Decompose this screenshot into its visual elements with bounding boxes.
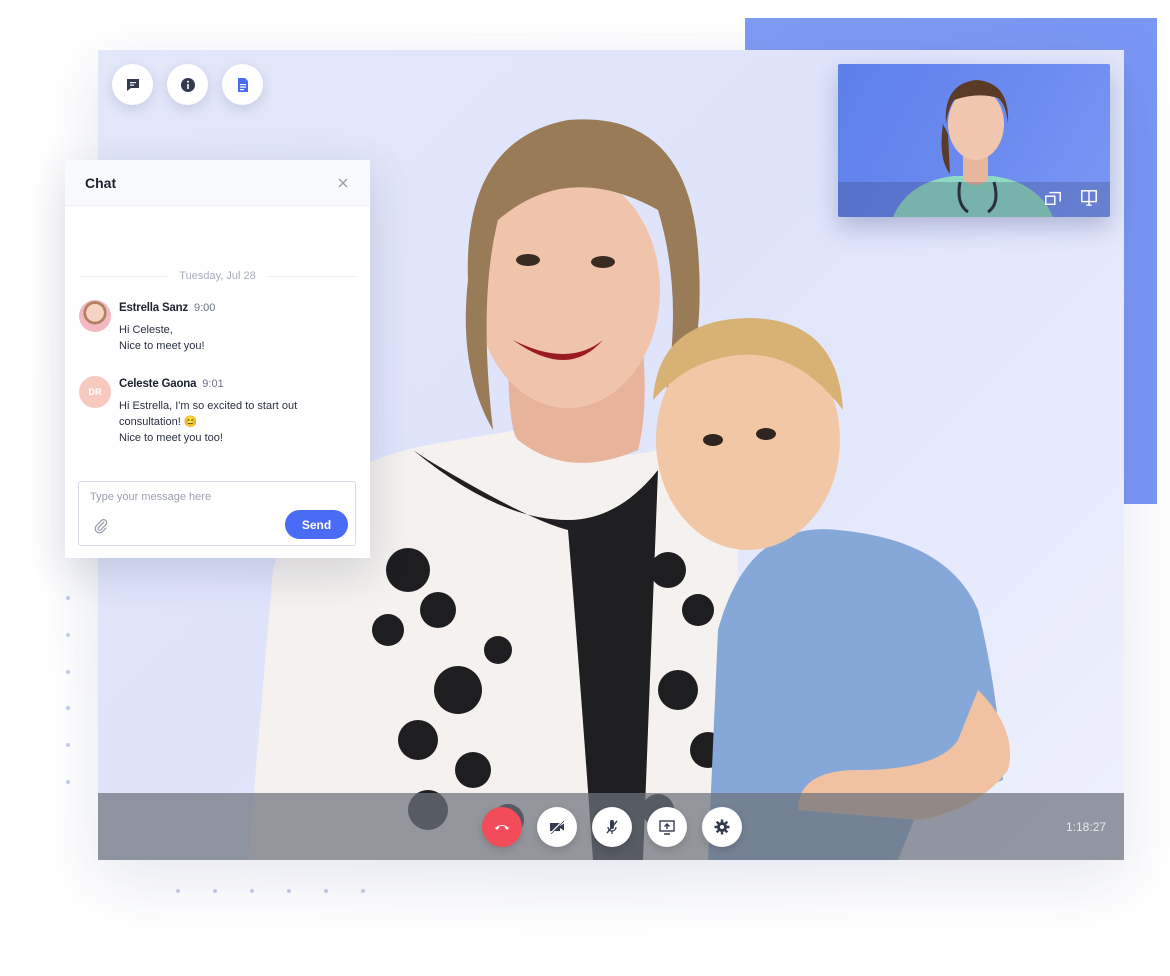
avatar: DR (79, 376, 111, 408)
mic-off-icon (606, 820, 618, 834)
date-label: Tuesday, Jul 28 (179, 270, 256, 282)
attachment-icon[interactable] (93, 518, 109, 534)
chat-title: Chat (85, 174, 117, 191)
chat-panel: Chat Tuesday, Jul 28 Estrella Sanz 9:00 … (65, 160, 370, 558)
share-screen-button[interactable] (647, 807, 687, 847)
message-composer: Send (78, 481, 356, 546)
chat-icon (126, 78, 139, 91)
expand-video-button[interactable] (1078, 187, 1100, 209)
mic-toggle-button[interactable] (592, 807, 632, 847)
call-timer: 1:18:27 (1066, 820, 1107, 834)
message-text: Hi Estrella, I'm so excited to start out… (119, 398, 297, 446)
document-icon (237, 77, 248, 92)
swap-video-button[interactable] (1042, 187, 1064, 209)
message-line: consultation! 😊 (119, 416, 198, 428)
pip-controls (1042, 187, 1100, 209)
settings-icon (714, 819, 730, 835)
call-controls (482, 807, 742, 847)
message-line: Hi Celeste, (119, 324, 173, 336)
info-button[interactable] (167, 64, 208, 105)
share-screen-icon (659, 820, 675, 835)
info-icon (180, 77, 195, 92)
chat-messages: Tuesday, Jul 28 Estrella Sanz 9:00 Hi Ce… (65, 270, 370, 446)
settings-button[interactable] (702, 807, 742, 847)
chat-toggle-button[interactable] (112, 64, 153, 105)
end-call-icon (495, 825, 509, 830)
message-line: Nice to meet you too! (119, 432, 223, 444)
message-input[interactable] (90, 491, 290, 503)
camera-off-icon (550, 820, 565, 835)
message-time: 9:01 (202, 378, 224, 390)
message-time: 9:00 (194, 302, 216, 314)
date-separator: Tuesday, Jul 28 (79, 270, 356, 282)
chat-header: Chat (65, 160, 370, 206)
sender-name: Estrella Sanz (119, 302, 188, 314)
top-action-bar (112, 64, 263, 105)
fullscreen-icon (1081, 190, 1097, 206)
doctor-video-pip[interactable] (838, 64, 1110, 217)
message-line: Nice to meet you! (119, 340, 205, 352)
send-button[interactable]: Send (285, 510, 348, 539)
close-icon[interactable] (336, 176, 350, 190)
sender-name: Celeste Gaona (119, 378, 197, 390)
camera-toggle-button[interactable] (537, 807, 577, 847)
message-line: Hi Estrella, I'm so excited to start out (119, 400, 298, 412)
avatar (79, 300, 111, 332)
documents-button[interactable] (222, 64, 263, 105)
end-call-button[interactable] (482, 807, 522, 847)
swap-icon (1045, 191, 1061, 206)
message-text: Hi Celeste, Nice to meet you! (119, 322, 215, 354)
chat-message: DR Celeste Gaona 9:01 Hi Estrella, I'm s… (79, 376, 356, 446)
chat-message: Estrella Sanz 9:00 Hi Celeste, Nice to m… (79, 300, 356, 354)
